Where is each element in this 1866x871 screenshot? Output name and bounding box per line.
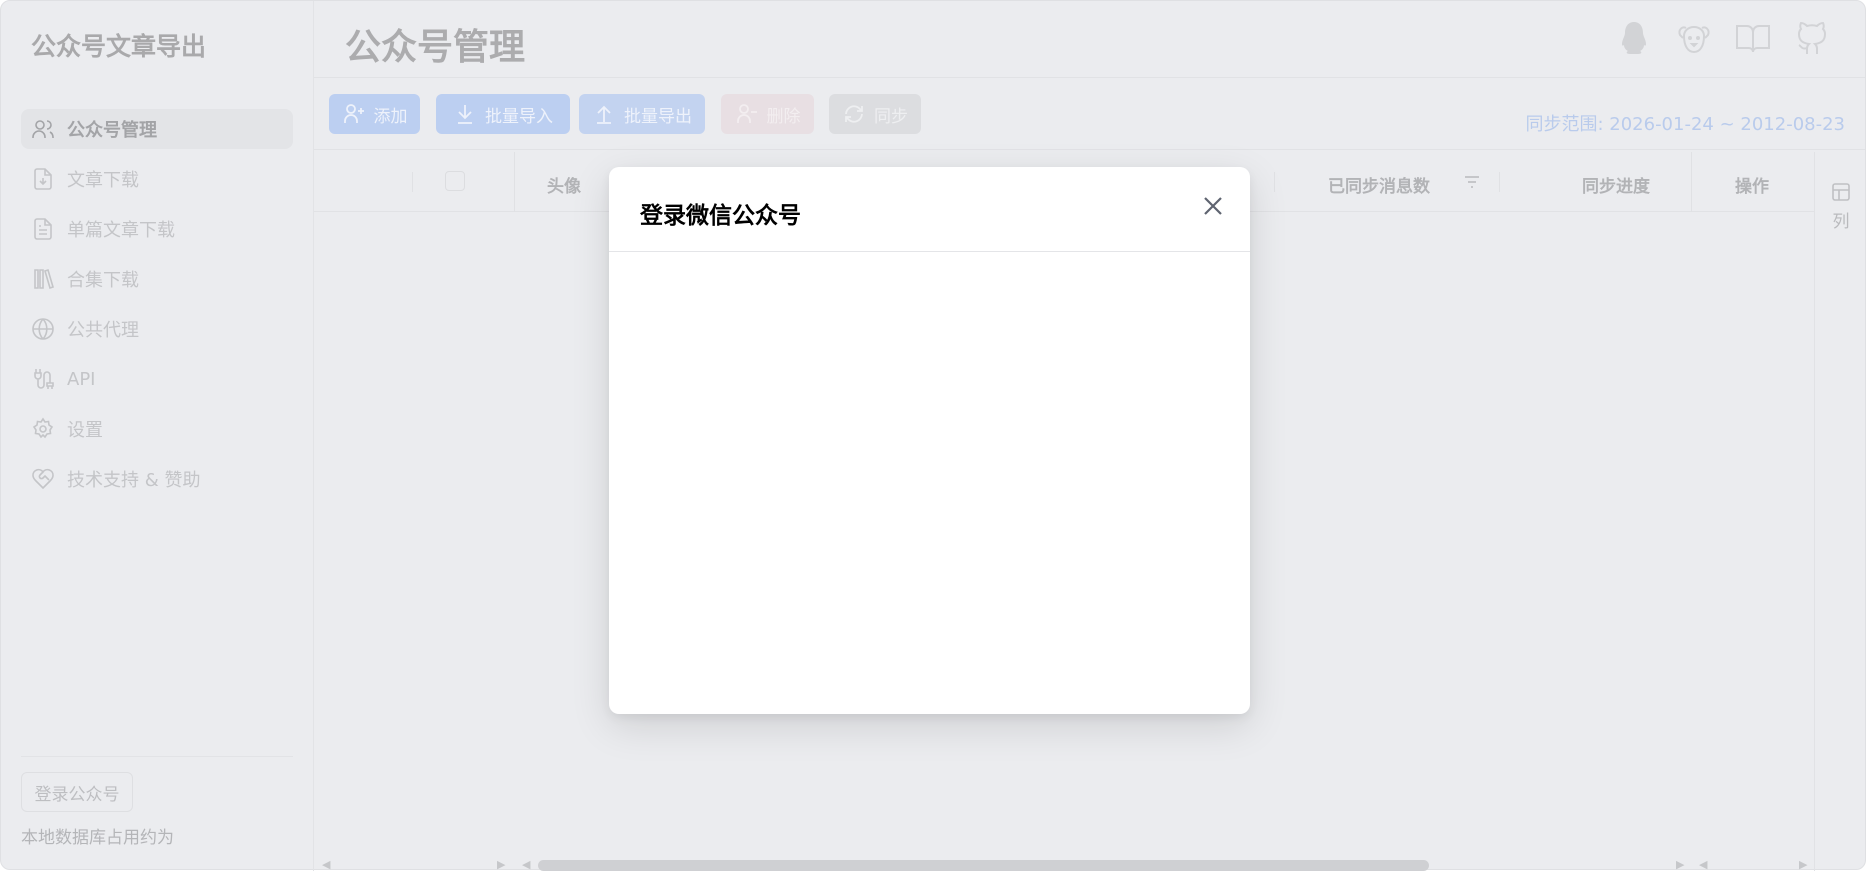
user-plus-icon	[343, 104, 364, 123]
sidebar-item-collection-download[interactable]: 合集下载	[21, 259, 293, 299]
sidebar-item-account-management[interactable]: 公众号管理	[21, 109, 293, 149]
sync-button[interactable]: 同步	[829, 94, 921, 134]
column-separator	[514, 152, 515, 212]
table-columns-icon	[1832, 183, 1850, 201]
page-header: 公众号管理	[314, 1, 1865, 78]
sidebar-item-label: 文章下载	[67, 170, 139, 191]
sidebar-item-api[interactable]: API	[21, 359, 293, 399]
horizontal-scrollbar[interactable]: ◀ ▶ ◀ ▶ ◀ ▶	[314, 858, 1814, 871]
close-icon[interactable]	[1198, 191, 1228, 221]
modal-header: 登录微信公众号	[609, 167, 1250, 252]
column-settings-label: 列	[1832, 212, 1850, 232]
sidebar-item-label: 技术支持 & 赞助	[67, 470, 201, 491]
sidebar-item-label: 单篇文章下载	[67, 220, 175, 241]
scroll-left-arrow[interactable]: ◀	[522, 858, 530, 871]
login-wechat-modal: 登录微信公众号	[609, 167, 1250, 714]
heart-handshake-icon	[32, 468, 54, 490]
api-plug-icon	[34, 369, 54, 389]
scroll-right-arrow[interactable]: ▶	[1799, 858, 1807, 871]
dog-icon[interactable]	[1674, 18, 1714, 58]
column-separator	[1274, 172, 1275, 192]
sync-label: 同步	[874, 106, 908, 127]
scrollbar-thumb[interactable]	[538, 860, 1429, 871]
login-account-button[interactable]: 登录公众号	[21, 772, 133, 812]
user-minus-icon	[736, 104, 757, 123]
sidebar-item-article-download[interactable]: 文章下载	[21, 159, 293, 199]
column-header-progress[interactable]: 同步进度	[1582, 172, 1650, 197]
sidebar-item-label: 合集下载	[67, 270, 139, 291]
globe-icon	[32, 318, 54, 340]
delete-label: 删除	[766, 106, 801, 127]
gear-icon	[32, 417, 54, 439]
column-header-actions: 操作	[1735, 177, 1769, 197]
page-title: 公众号管理	[345, 27, 526, 68]
app-brand: 公众号文章导出	[31, 32, 207, 61]
modal-title: 登录微信公众号	[640, 203, 801, 229]
column-header-avatar[interactable]: 头像	[547, 172, 581, 197]
scroll-left-arrow[interactable]: ◀	[322, 858, 330, 871]
sidebar-item-label: 公共代理	[67, 320, 139, 341]
sidebar-item-label: 设置	[67, 420, 103, 441]
add-button[interactable]: 添加	[329, 94, 420, 134]
book-icon[interactable]	[1733, 18, 1773, 58]
file-text-icon	[34, 218, 52, 240]
batch-import-button[interactable]: 批量导入	[436, 94, 570, 134]
column-settings-panel[interactable]: 列	[1814, 152, 1866, 871]
file-download-icon	[34, 168, 52, 190]
batch-import-label: 批量导入	[485, 106, 553, 127]
download-icon	[458, 105, 472, 124]
sidebar-item-single-article[interactable]: 单篇文章下载	[21, 209, 293, 249]
scroll-left-arrow[interactable]: ◀	[1699, 858, 1707, 871]
sidebar: 公众号文章导出 公众号管理 文章下载 单篇文章下载 合集下载 公共代理 API …	[1, 1, 314, 871]
select-all-checkbox[interactable]	[445, 171, 465, 191]
sidebar-item-label: API	[67, 368, 96, 390]
library-icon	[34, 268, 54, 290]
refresh-icon	[845, 105, 863, 123]
batch-export-label: 批量导出	[624, 106, 692, 127]
toolbar: 添加 批量导入 批量导出 删除 同步 同步范围: 2026-01-24 ~ 20…	[314, 78, 1865, 150]
column-separator	[1691, 152, 1692, 212]
batch-export-button[interactable]: 批量导出	[579, 94, 705, 134]
column-separator	[412, 172, 413, 192]
column-header-synced-count[interactable]: 已同步消息数	[1328, 172, 1430, 197]
sync-range-text: 同步范围: 2026-01-24 ~ 2012-08-23	[1525, 114, 1845, 135]
users-icon	[32, 120, 54, 138]
sidebar-item-settings[interactable]: 设置	[21, 409, 293, 449]
delete-button[interactable]: 删除	[721, 94, 814, 134]
add-label: 添加	[373, 106, 408, 127]
column-separator	[1499, 172, 1500, 192]
sidebar-item-support[interactable]: 技术支持 & 赞助	[21, 459, 293, 499]
github-icon[interactable]	[1792, 18, 1832, 58]
scroll-right-arrow[interactable]: ▶	[1676, 858, 1684, 871]
sidebar-item-label: 公众号管理	[67, 120, 157, 141]
qq-icon[interactable]	[1614, 18, 1654, 58]
filter-icon[interactable]	[1462, 172, 1482, 192]
sidebar-divider	[21, 756, 293, 757]
sidebar-item-public-proxy[interactable]: 公共代理	[21, 309, 293, 349]
upload-icon	[597, 105, 611, 124]
database-usage-text: 本地数据库占用约为	[21, 828, 174, 848]
scroll-right-arrow[interactable]: ▶	[497, 858, 505, 871]
